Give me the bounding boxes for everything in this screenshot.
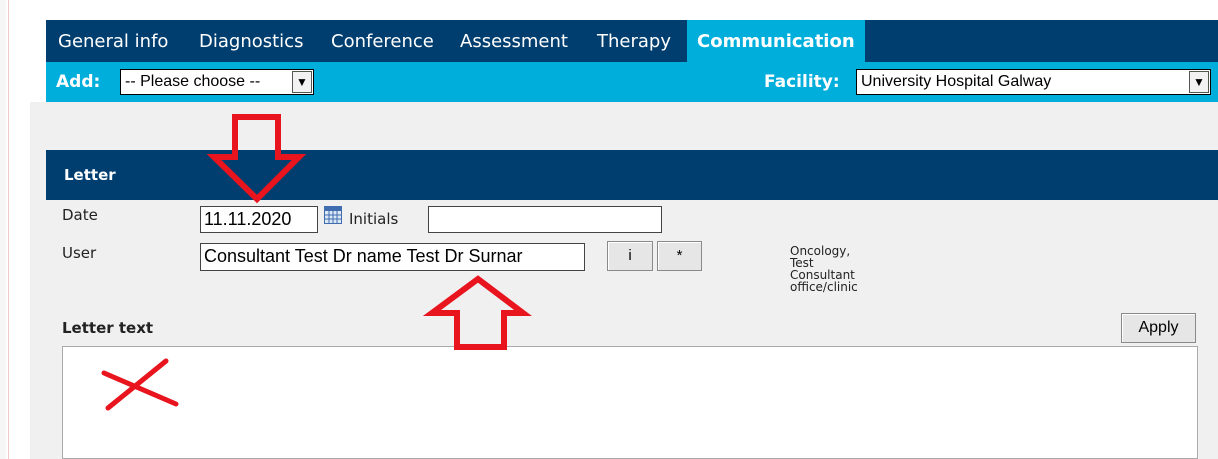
annotation-overlay <box>101 114 532 411</box>
down-arrow-marker <box>206 114 307 204</box>
cross-marker <box>101 358 179 411</box>
up-arrow-marker <box>422 275 532 350</box>
